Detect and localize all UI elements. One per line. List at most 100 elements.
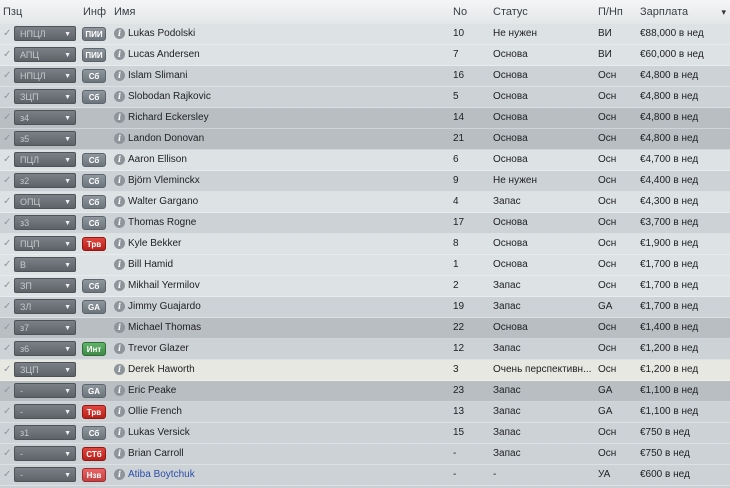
info-icon[interactable]: i	[114, 217, 125, 228]
info-icon[interactable]: i	[114, 280, 125, 291]
table-row[interactable]: ✓ з3 ▼ Сб i Thomas Rogne 17 Основа Осн €3,700 в н…	[0, 213, 730, 234]
position-dropdown[interactable]: НПЦЛ ▼	[14, 26, 76, 41]
info-icon[interactable]: i	[114, 91, 125, 102]
position-dropdown[interactable]: - ▼	[14, 383, 76, 398]
info-badge[interactable]: Сб	[82, 69, 106, 83]
player-name[interactable]: Bill Hamid	[128, 255, 448, 275]
position-dropdown[interactable]: з7 ▼	[14, 320, 76, 335]
info-icon[interactable]: i	[114, 259, 125, 270]
header-number[interactable]: No	[453, 0, 467, 24]
position-dropdown[interactable]: з4 ▼	[14, 110, 76, 125]
position-dropdown[interactable]: В ▼	[14, 257, 76, 272]
info-icon[interactable]: i	[114, 238, 125, 249]
position-dropdown[interactable]: - ▼	[14, 404, 76, 419]
player-name[interactable]: Lukas Versick	[128, 423, 448, 443]
position-dropdown[interactable]: з1 ▼	[14, 425, 76, 440]
info-icon[interactable]: i	[114, 49, 125, 60]
position-dropdown[interactable]: АПЦ ▼	[14, 47, 76, 62]
info-badge[interactable]: Сб	[82, 195, 106, 209]
player-name[interactable]: Derek Haworth	[128, 360, 448, 380]
info-icon[interactable]: i	[114, 385, 125, 396]
table-row[interactable]: ✓ ЗЛ ▼ GA i Jimmy Guajardo 19 Запас GA €1,700 в н…	[0, 297, 730, 318]
header-status[interactable]: Статус	[493, 0, 528, 24]
position-dropdown[interactable]: з2 ▼	[14, 173, 76, 188]
header-info[interactable]: Инф	[83, 0, 106, 24]
player-name[interactable]: Trevor Glazer	[128, 339, 448, 359]
player-name[interactable]: Jimmy Guajardo	[128, 297, 448, 317]
info-badge[interactable]: Трв	[82, 237, 106, 251]
table-row[interactable]: ✓ НПЦЛ ▼ ПИИ i Lukas Podolski 10 Не нужен ВИ €88,…	[0, 24, 730, 45]
player-name[interactable]: Aaron Ellison	[128, 150, 448, 170]
info-icon[interactable]: i	[114, 175, 125, 186]
position-dropdown[interactable]: з3 ▼	[14, 215, 76, 230]
info-badge[interactable]: Сб	[82, 279, 106, 293]
table-row[interactable]: ✓ ПЦП ▼ Трв i Kyle Bekker 8 Основа Осн €1,900 в н…	[0, 234, 730, 255]
table-row[interactable]: ✓ з1 ▼ Сб i Lukas Versick 15 Запас Осн €750 в нед	[0, 423, 730, 444]
position-dropdown[interactable]: НПЦЛ ▼	[14, 68, 76, 83]
info-icon[interactable]: i	[114, 406, 125, 417]
info-badge[interactable]: Нзв	[82, 468, 106, 482]
table-row[interactable]: ✓ ЗП ▼ Сб i Mikhail Yermilov 2 Запас Осн €1,700 в…	[0, 276, 730, 297]
table-row[interactable]: ✓ - ▼ GA i Eric Peake 23 Запас GA €1,100 в нед	[0, 381, 730, 402]
header-pn[interactable]: П/Нп	[598, 0, 623, 24]
info-badge[interactable]: Сб	[82, 90, 106, 104]
info-badge[interactable]: ПИИ	[82, 48, 106, 62]
table-row[interactable]: ✓ - ▼ Нзв i Atiba Boytchuk - - УА €600 в нед	[0, 465, 730, 486]
info-badge[interactable]: ПИИ	[82, 27, 106, 41]
position-dropdown[interactable]: ПЦП ▼	[14, 236, 76, 251]
info-icon[interactable]: i	[114, 322, 125, 333]
info-badge[interactable]: Инт	[82, 342, 106, 356]
player-name[interactable]: Mikhail Yermilov	[128, 276, 448, 296]
player-name[interactable]: Michael Thomas	[128, 318, 448, 338]
player-name[interactable]: Lukas Podolski	[128, 24, 448, 44]
position-dropdown[interactable]: ЗЦП ▼	[14, 89, 76, 104]
table-row[interactable]: ✓ ПЦЛ ▼ Сб i Aaron Ellison 6 Основа Осн €4,700 в …	[0, 150, 730, 171]
info-badge[interactable]: GA	[82, 384, 106, 398]
table-row[interactable]: ✓ ЗЦП ▼ Сб i Slobodan Rajkovic 5 Основа Осн €4,80…	[0, 87, 730, 108]
info-icon[interactable]: i	[114, 133, 125, 144]
table-row[interactable]: ✓ з2 ▼ Сб i Björn Vleminckx 9 Не нужен Осн €4,400…	[0, 171, 730, 192]
header-name[interactable]: Имя	[114, 0, 135, 24]
info-icon[interactable]: i	[114, 70, 125, 81]
player-name[interactable]: Eric Peake	[128, 381, 448, 401]
info-icon[interactable]: i	[114, 343, 125, 354]
position-dropdown[interactable]: ОПЦ ▼	[14, 194, 76, 209]
info-icon[interactable]: i	[114, 112, 125, 123]
position-dropdown[interactable]: ЗЛ ▼	[14, 299, 76, 314]
info-icon[interactable]: i	[114, 196, 125, 207]
sort-descending-icon[interactable]: ▾	[721, 0, 726, 24]
header-position[interactable]: Пзц	[3, 0, 22, 24]
info-badge[interactable]: Сб	[82, 174, 106, 188]
table-row[interactable]: ✓ НПЦЛ ▼ Сб i Islam Slimani 16 Основа Осн €4,800 …	[0, 66, 730, 87]
table-row[interactable]: ✓ - ▼ СТб i Brian Carroll - Запас Осн €750 в нед	[0, 444, 730, 465]
player-name[interactable]: Landon Donovan	[128, 129, 448, 149]
player-name[interactable]: Richard Eckersley	[128, 108, 448, 128]
info-badge[interactable]: Сб	[82, 426, 106, 440]
player-name[interactable]: Walter Gargano	[128, 192, 448, 212]
header-salary[interactable]: Зарплата ▾	[640, 0, 728, 24]
player-name[interactable]: Lucas Andersen	[128, 45, 448, 65]
info-icon[interactable]: i	[114, 448, 125, 459]
player-name[interactable]: Björn Vleminckx	[128, 171, 448, 191]
info-badge[interactable]: Сб	[82, 153, 106, 167]
info-icon[interactable]: i	[114, 427, 125, 438]
info-icon[interactable]: i	[114, 154, 125, 165]
player-name[interactable]: Thomas Rogne	[128, 213, 448, 233]
position-dropdown[interactable]: - ▼	[14, 446, 76, 461]
table-row[interactable]: ✓ з5 ▼ i Landon Donovan 21 Основа Осн €4,800 в н…	[0, 129, 730, 150]
table-row[interactable]: ✓ ЗЦП ▼ i Derek Haworth 3 Очень перспективн...…	[0, 360, 730, 381]
info-badge[interactable]: GA	[82, 300, 106, 314]
table-row[interactable]: ✓ ОПЦ ▼ Сб i Walter Gargano 4 Запас Осн €4,300 в …	[0, 192, 730, 213]
player-name[interactable]: Ollie French	[128, 402, 448, 422]
table-row[interactable]: ✓ - ▼ Трв i Ollie French 13 Запас GA €1,100 в нед	[0, 402, 730, 423]
position-dropdown[interactable]: ЗП ▼	[14, 278, 76, 293]
table-row[interactable]: ✓ з7 ▼ i Michael Thomas 22 Основа Осн €1,400 в н…	[0, 318, 730, 339]
table-row[interactable]: ✓ з4 ▼ i Richard Eckersley 14 Основа Осн €4,800 …	[0, 108, 730, 129]
position-dropdown[interactable]: ЗЦП ▼	[14, 362, 76, 377]
info-icon[interactable]: i	[114, 469, 125, 480]
table-row[interactable]: ✓ АПЦ ▼ ПИИ i Lucas Andersen 7 Основа ВИ €60,000 …	[0, 45, 730, 66]
player-name[interactable]: Islam Slimani	[128, 66, 448, 86]
info-icon[interactable]: i	[114, 28, 125, 39]
table-row[interactable]: ✓ з6 ▼ Инт i Trevor Glazer 12 Запас Осн €1,200 в …	[0, 339, 730, 360]
info-icon[interactable]: i	[114, 301, 125, 312]
